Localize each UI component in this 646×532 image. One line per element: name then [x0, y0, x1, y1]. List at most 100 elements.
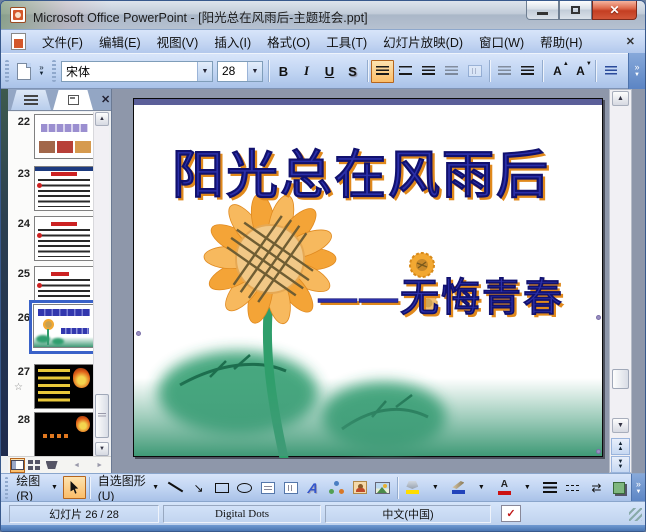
- panel-scrollbar[interactable]: ▲ ▼: [93, 112, 109, 456]
- underline-button[interactable]: U: [318, 60, 341, 83]
- toolbar-grip[interactable]: [5, 60, 9, 82]
- scroll-down-button[interactable]: ▼: [612, 418, 629, 433]
- text-shadow-button[interactable]: S: [341, 60, 364, 83]
- drawing-toolbar-options-button[interactable]: » ▼: [630, 473, 645, 502]
- line-tool-button[interactable]: [164, 476, 187, 499]
- text-box-button[interactable]: [256, 476, 279, 499]
- main-scrollbar-thumb[interactable]: [612, 369, 629, 389]
- slide-canvas[interactable]: 阳光总在风雨后 ——无悔青春: [133, 98, 603, 458]
- font-color-button[interactable]: A: [493, 476, 516, 499]
- slide-thumbnail-row[interactable]: 22: [8, 114, 93, 162]
- menu-view[interactable]: 视图(V): [149, 29, 207, 54]
- next-slide-button[interactable]: ▼ ▼: [611, 456, 630, 473]
- slide-thumbnail-row-selected[interactable]: 26: [8, 300, 93, 360]
- menu-insert[interactable]: 插入(I): [206, 29, 259, 54]
- selection-handle[interactable]: [136, 331, 141, 336]
- oval-tool-button[interactable]: [233, 476, 256, 499]
- language-indicator[interactable]: 中文(中国): [325, 505, 491, 523]
- menu-file[interactable]: 文件(F): [34, 29, 91, 54]
- slide-24-thumbnail[interactable]: [34, 216, 93, 261]
- decrease-indent-button[interactable]: [599, 60, 622, 83]
- slide-thumbnail-row[interactable]: 23: [8, 166, 93, 214]
- insert-clipart-button[interactable]: [348, 476, 371, 499]
- formatting-toolbar-options-button[interactable]: » ▼: [628, 53, 645, 89]
- selection-handle[interactable]: [596, 315, 601, 320]
- scroll-up-button[interactable]: ▲: [95, 112, 109, 126]
- left-arrow-icon[interactable]: ◄: [73, 462, 80, 469]
- vertical-text-button[interactable]: [463, 60, 486, 83]
- slide-28-thumbnail[interactable]: [34, 412, 93, 456]
- distribute-text-button[interactable]: [440, 60, 463, 83]
- previous-slide-button[interactable]: ▲ ▲: [611, 438, 630, 455]
- selection-handle[interactable]: [596, 449, 601, 454]
- fill-color-dropdown[interactable]: ▼: [424, 476, 447, 499]
- close-panel-icon[interactable]: ✕: [101, 93, 110, 106]
- fill-color-button[interactable]: [401, 476, 424, 499]
- line-color-dropdown[interactable]: ▼: [470, 476, 493, 499]
- arrow-style-button[interactable]: ⇄: [585, 476, 608, 499]
- slide-thumbnail-row[interactable]: 24: [8, 216, 93, 264]
- arrow-tool-button[interactable]: ↘: [187, 476, 210, 499]
- font-name-combobox[interactable]: 宋体 ▼: [61, 60, 213, 82]
- autoshapes-menu-button[interactable]: 自选图形(U) ▼: [93, 474, 164, 503]
- align-left-button[interactable]: [371, 59, 394, 83]
- panel-horizontal-scrollbar[interactable]: ◄ ►: [65, 462, 111, 469]
- new-slide-button[interactable]: [12, 60, 35, 83]
- insert-wordart-button[interactable]: A: [302, 476, 325, 499]
- decrease-font-size-button[interactable]: A ▼: [569, 60, 592, 83]
- align-right-button[interactable]: [417, 60, 440, 83]
- insert-picture-button[interactable]: [371, 476, 394, 499]
- toolbar-grip[interactable]: [5, 476, 9, 499]
- scroll-up-button[interactable]: ▲: [612, 91, 629, 106]
- bullet-list-button[interactable]: [516, 60, 539, 83]
- design-template-name[interactable]: Digital Dots: [163, 505, 321, 523]
- size-dropdown-icon[interactable]: ▼: [247, 61, 262, 81]
- resize-grip[interactable]: [629, 508, 642, 521]
- tab-slides[interactable]: [53, 90, 93, 110]
- font-dropdown-icon[interactable]: ▼: [197, 61, 212, 81]
- restore-button[interactable]: [559, 1, 592, 20]
- dash-style-button[interactable]: [562, 476, 585, 499]
- menu-help[interactable]: 帮助(H): [532, 29, 590, 54]
- font-size-combobox[interactable]: 28 ▼: [217, 60, 263, 82]
- slide-26-thumbnail[interactable]: [33, 304, 93, 348]
- minimize-button[interactable]: [526, 1, 559, 20]
- tab-outline[interactable]: [11, 90, 51, 110]
- menu-edit[interactable]: 编辑(E): [91, 29, 149, 54]
- menu-window[interactable]: 窗口(W): [471, 29, 532, 54]
- slide-sorter-view-button[interactable]: [27, 458, 42, 473]
- slide-thumbnail-row[interactable]: 28: [8, 412, 93, 456]
- select-objects-button[interactable]: [62, 476, 86, 499]
- spellcheck-status-icon[interactable]: ✓: [501, 505, 521, 522]
- increase-font-size-button[interactable]: A ▲: [546, 60, 569, 83]
- scroll-down-button[interactable]: ▼: [95, 442, 109, 456]
- normal-view-button[interactable]: [10, 457, 26, 473]
- slide-subtitle-wordart[interactable]: ——无悔青春: [318, 267, 564, 323]
- line-color-button[interactable]: [447, 476, 470, 499]
- font-color-dropdown[interactable]: ▼: [516, 476, 539, 499]
- main-vertical-scrollbar[interactable]: ▲ ▼ ▲ ▲ ▼ ▼: [609, 89, 632, 473]
- bold-button[interactable]: B: [272, 60, 295, 83]
- toolbar-grip[interactable]: [52, 60, 56, 82]
- slide-thumbnail-row[interactable]: 27 ☆: [8, 364, 93, 412]
- line-style-button[interactable]: [539, 476, 562, 499]
- slide-title-wordart[interactable]: 阳光总在风雨后: [172, 133, 550, 208]
- insert-diagram-button[interactable]: [325, 476, 348, 499]
- standard-toolbar-options-button[interactable]: » ▼: [35, 60, 48, 83]
- numbered-list-button[interactable]: [493, 60, 516, 83]
- slide-22-thumbnail[interactable]: [34, 114, 93, 159]
- slideshow-view-button[interactable]: [44, 458, 59, 473]
- align-center-button[interactable]: [394, 60, 417, 83]
- slide-23-thumbnail[interactable]: [34, 166, 93, 211]
- right-arrow-icon[interactable]: ►: [96, 462, 103, 469]
- close-document-icon[interactable]: ✕: [626, 35, 635, 48]
- menu-slideshow[interactable]: 幻灯片放映(D): [375, 29, 471, 54]
- close-button[interactable]: ✕: [592, 1, 637, 20]
- draw-menu-button[interactable]: 绘图(R) ▼: [11, 474, 63, 503]
- menu-format[interactable]: 格式(O): [259, 29, 318, 54]
- slide-27-thumbnail[interactable]: [34, 364, 93, 409]
- menu-tools[interactable]: 工具(T): [318, 29, 375, 54]
- shadow-style-button[interactable]: [608, 476, 631, 499]
- rectangle-tool-button[interactable]: [210, 476, 233, 499]
- panel-scrollbar-thumb[interactable]: [95, 394, 109, 438]
